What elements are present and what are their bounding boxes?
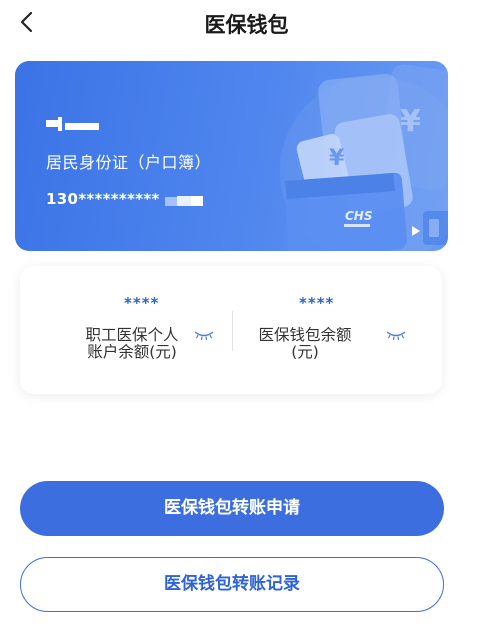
chs-logo: CHS (345, 209, 373, 223)
id-type-label: 居民身份证（户口簿） (46, 153, 212, 172)
employee-account-balance: **** 职工医保个人 账户余额(元) (20, 266, 232, 394)
wallet-balance: **** 医保钱包余额 (元) (232, 266, 442, 394)
balance-label: 职工医保个人 账户余额(元) (85, 326, 179, 361)
insurance-card[interactable]: ¥ ¥ CHS 居民身份证（户口簿） 130********** (15, 61, 448, 251)
svg-text:¥: ¥ (400, 104, 421, 139)
eye-closed-icon[interactable] (386, 330, 406, 342)
header-bar: 医保钱包 (0, 0, 493, 44)
play-icon[interactable] (412, 226, 420, 236)
page-title: 医保钱包 (204, 13, 289, 37)
masked-name (46, 117, 104, 131)
masked-balance-value: **** (299, 294, 335, 312)
masked-balance-value: **** (124, 294, 160, 312)
balance-panel: **** 职工医保个人 账户余额(元) **** 医保钱包余额 (元) (20, 266, 442, 394)
blurred-id-suffix (165, 196, 203, 206)
balance-label: 医保钱包余额 (元) (258, 326, 352, 361)
transfer-record-button[interactable]: 医保钱包转账记录 (20, 557, 444, 612)
eye-closed-icon[interactable] (194, 330, 214, 342)
id-number: 130********** (46, 190, 160, 208)
transfer-apply-button[interactable]: 医保钱包转账申请 (20, 481, 444, 536)
svg-text:¥: ¥ (329, 146, 345, 171)
